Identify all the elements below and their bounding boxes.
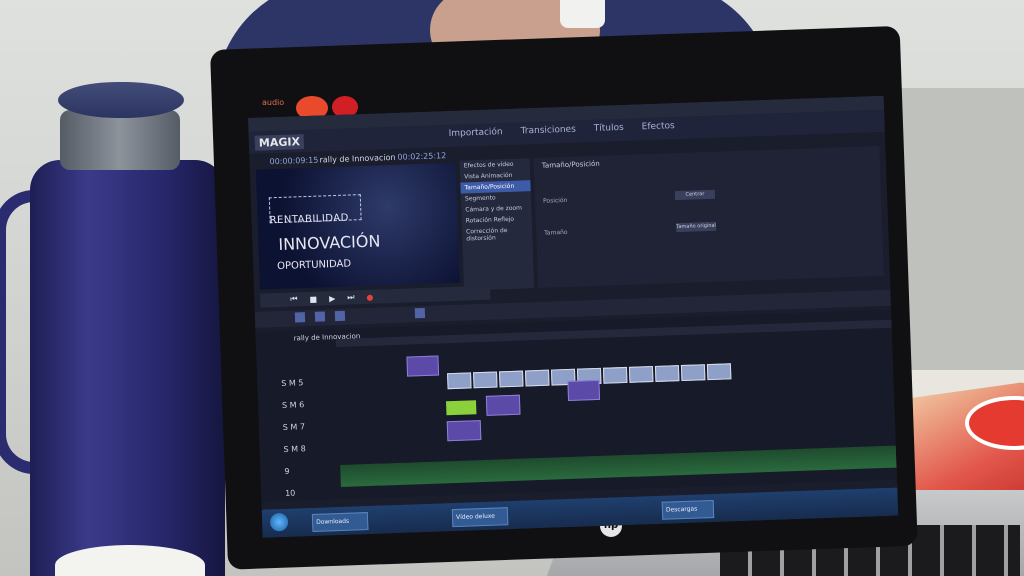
clip-thumbnail[interactable]: [680, 364, 706, 382]
properties-panel: Tamaño/Posición Posición Tamaño Centrar …: [533, 145, 884, 288]
clip-thumbnail[interactable]: [473, 371, 498, 389]
skip-forward-icon[interactable]: ⏭: [347, 292, 355, 302]
timeline-clip[interactable]: [446, 420, 482, 442]
title-clip[interactable]: [446, 400, 477, 416]
track-label[interactable]: 10: [285, 489, 295, 498]
track-label[interactable]: S M 8: [283, 444, 305, 454]
skip-back-icon[interactable]: ⏮: [290, 294, 298, 304]
timeline-clip[interactable]: [406, 355, 440, 377]
original-size-button[interactable]: Tamaño original: [675, 221, 717, 233]
timecode-left: 00:00:09:15: [269, 155, 319, 167]
track-label[interactable]: S M 6: [282, 400, 304, 410]
clip-thumbnail[interactable]: [628, 366, 654, 383]
project-title: rally de Innovacion: [319, 152, 396, 165]
tab-import[interactable]: Importación: [449, 127, 503, 139]
thermos-body: [30, 160, 225, 576]
taskbar-item-video-deluxe[interactable]: Vídeo deluxe: [451, 507, 509, 528]
track-label[interactable]: 9: [284, 467, 289, 476]
clip-thumbnail[interactable]: [498, 370, 524, 388]
thermos-neck: [60, 110, 180, 170]
effect-item[interactable]: Corrección de distorsión: [462, 224, 533, 244]
stop-icon[interactable]: ■: [309, 294, 317, 303]
select-tool-icon[interactable]: [314, 311, 326, 322]
preview-word-2: INNOVACIÓN: [278, 231, 381, 255]
timecode-right: 00:02:25:12: [397, 151, 447, 162]
taskbar-item-downloads[interactable]: Downloads: [311, 512, 369, 533]
size-label: Tamaño: [544, 228, 568, 237]
clip-thumbnail[interactable]: [706, 363, 732, 381]
position-label: Posición: [542, 196, 568, 205]
clip-thumbnail[interactable]: [524, 369, 550, 387]
clip-thumbnail[interactable]: [602, 366, 628, 384]
tab-titles[interactable]: Títulos: [594, 123, 624, 134]
photo-scene: audio hp MAGIX Importación Transiciones …: [0, 0, 1024, 576]
timeline-clip[interactable]: [567, 379, 601, 402]
laptop-screen: MAGIX Importación Transiciones Títulos E…: [248, 95, 899, 538]
tab-transitions[interactable]: Transiciones: [521, 125, 576, 137]
magix-logo: MAGIX: [254, 134, 305, 151]
tab-effects[interactable]: Efectos: [642, 121, 675, 132]
cup-held: [560, 0, 605, 28]
thermos-cap: [58, 82, 184, 118]
properties-title: Tamaño/Posición: [541, 159, 600, 170]
clip-thumbnail[interactable]: [654, 365, 680, 382]
pointer-tool-icon[interactable]: [414, 307, 426, 319]
play-icon[interactable]: ▶: [329, 294, 335, 303]
clip-thumbnail[interactable]: [447, 372, 472, 390]
timeline-clip[interactable]: [485, 394, 521, 416]
track-label[interactable]: S M 7: [283, 422, 305, 432]
link-tool-icon[interactable]: [334, 310, 346, 322]
cut-tool-icon[interactable]: [294, 312, 306, 323]
record-icon[interactable]: ●: [366, 292, 373, 301]
center-button[interactable]: Centrar: [674, 189, 716, 201]
track-label[interactable]: S M 5: [281, 378, 303, 388]
taskbar-item-downloads-folder[interactable]: Descargas: [661, 499, 715, 520]
effects-list: Efectos de vídeo Vista Animación Tamaño/…: [459, 158, 535, 291]
